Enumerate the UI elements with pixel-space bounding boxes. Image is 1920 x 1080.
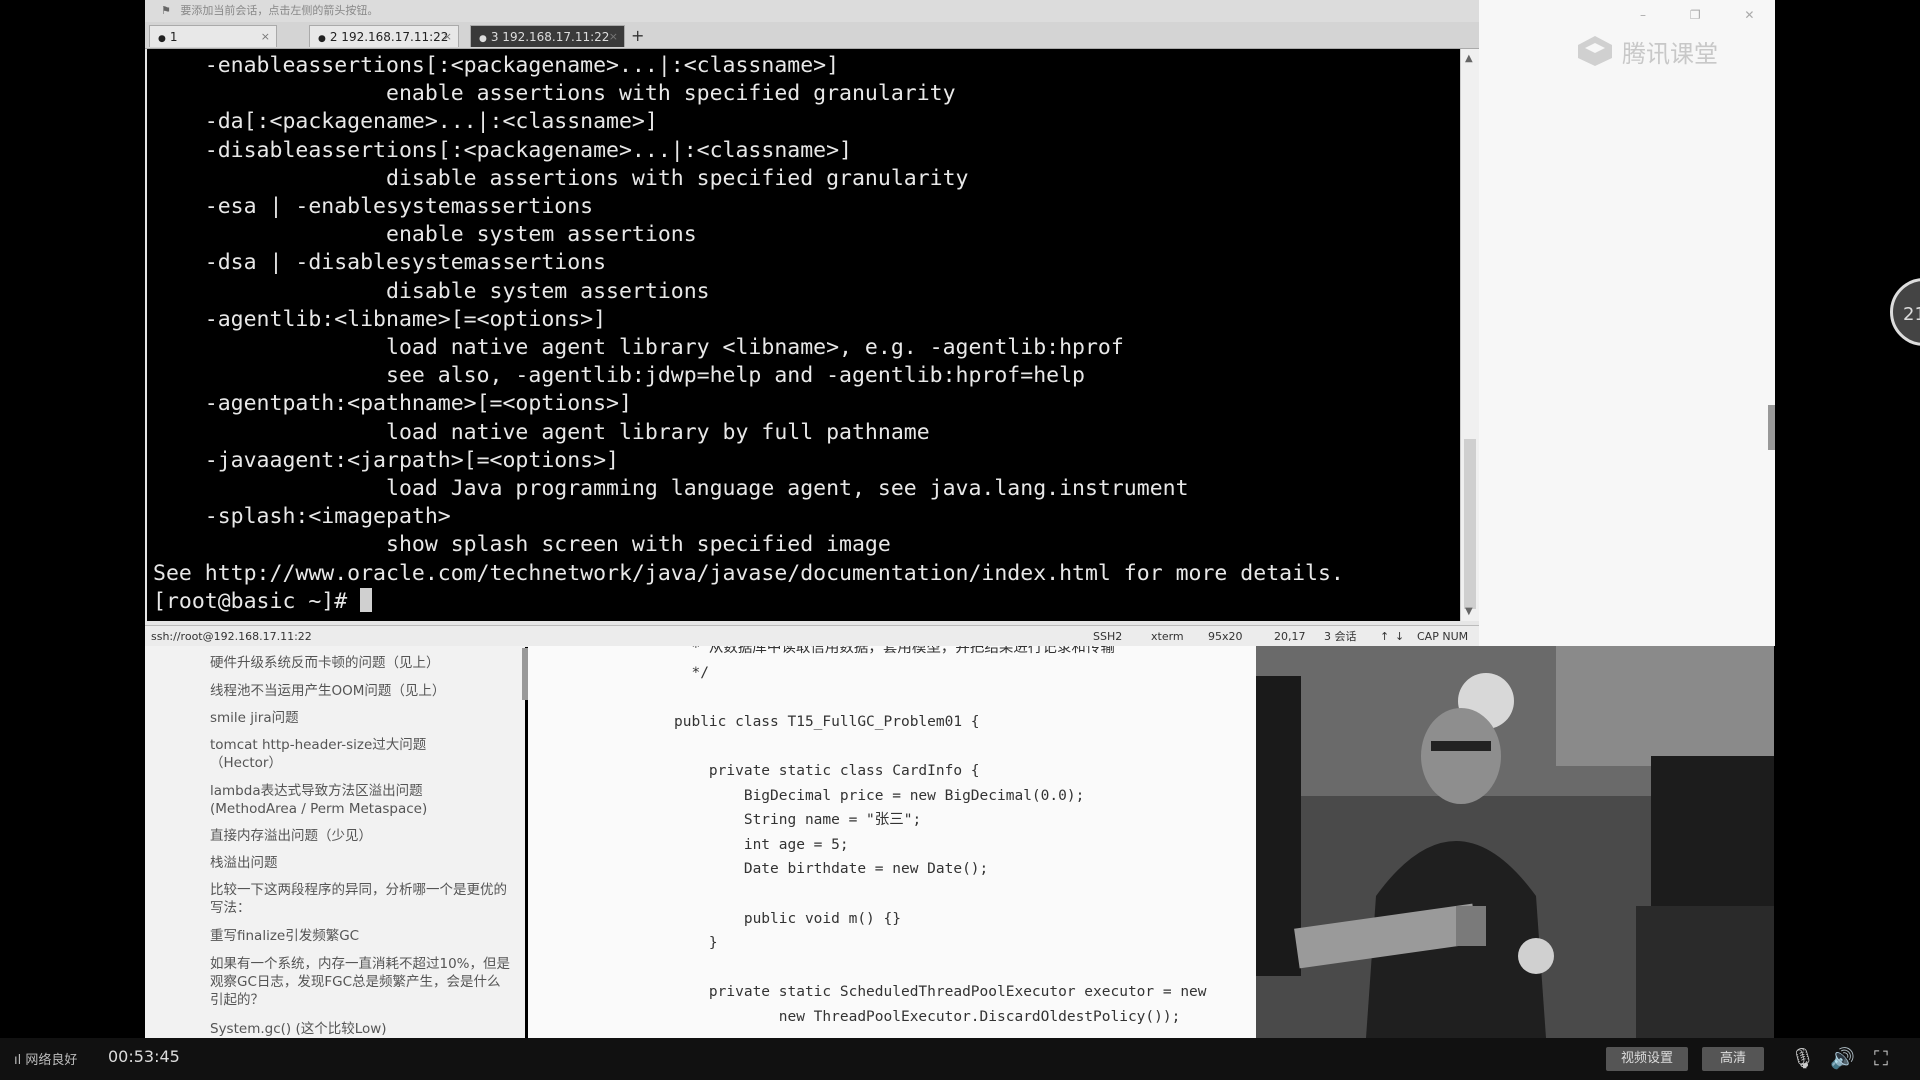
scroll-up-icon[interactable]: ▲: [1465, 53, 1473, 64]
terminal-line: -enableassertions[:<packagename>...|:<cl…: [153, 53, 840, 78]
terminal-line: enable system assertions: [153, 222, 697, 248]
terminal-line: see also, -agentlib:jdwp=help and -agent…: [153, 363, 1085, 389]
arrow-up-icon[interactable]: ↑: [1380, 626, 1389, 647]
text-cursor: [360, 587, 373, 612]
code-line: int age = 5;: [674, 836, 849, 853]
keyboard-status: CAP NUM: [1417, 630, 1469, 643]
note-item[interactable]: 线程池不当运用产生OOM问题（见上）: [210, 682, 510, 700]
code-line: String name = "张三";: [674, 812, 922, 829]
volume-icon[interactable]: 🔊: [1830, 1046, 1855, 1070]
terminal-line: -esa | -enablesystemassertions: [153, 194, 594, 220]
connection-status: ssh://root@192.168.17.11:22: [151, 630, 312, 643]
note-item[interactable]: 比较一下这两段程序的异同，分析哪一个是更优的写法：: [210, 881, 510, 917]
code-line: new ThreadPoolExecutor.DiscardOldestPoli…: [674, 1008, 1181, 1025]
scroll-down-icon[interactable]: ▼: [1465, 606, 1473, 617]
code-line: public class T15_FullGC_Problem01 {: [674, 713, 980, 730]
session-count: 3 会话: [1324, 630, 1357, 643]
brand-logo-icon: [1578, 36, 1612, 66]
terminal-line: See http://www.oracle.com/technetwork/ja…: [153, 560, 1344, 586]
session-hint-text: 要添加当前会话，点击左侧的箭头按钮。: [180, 4, 379, 17]
fullscreen-icon[interactable]: ⛶: [1874, 1046, 1888, 1070]
ssh-window: ⚑ 要添加当前会话，点击左侧的箭头按钮。 ●1 192.168.17.11:22…: [145, 0, 1480, 647]
cursor-position: 20,17: [1274, 630, 1306, 643]
terminal-line: -splash:<imagepath>: [153, 504, 451, 530]
terminal-line: -agentlib:<libname>[=<options>]: [153, 306, 607, 332]
code-line: Date birthdate = new Date();: [674, 861, 989, 878]
terminal-line: disable system assertions: [153, 278, 710, 304]
note-item[interactable]: 硬件升级系统反而卡顿的问题（见上）: [210, 654, 510, 672]
bookmark-icon[interactable]: ⚑: [161, 4, 171, 17]
panel-scrollbar[interactable]: [1768, 405, 1775, 450]
terminal-line: load native agent library by full pathna…: [153, 419, 930, 445]
viewer-count-badge[interactable]: 21: [1890, 278, 1920, 346]
terminal-line: -da[:<packagename>...|:<classname>]: [153, 109, 658, 135]
video-settings-button[interactable]: 视频设置: [1606, 1047, 1688, 1071]
close-icon[interactable]: ×: [443, 26, 452, 48]
terminal-output[interactable]: -enableassertions[:<packagename>...|:<cl…: [147, 49, 1460, 621]
terminal-line: show splash screen with specified image: [153, 532, 891, 558]
note-item[interactable]: lambda表达式导致方法区溢出问题(MethodArea / Perm Met…: [210, 782, 450, 818]
status-bar: ssh://root@192.168.17.11:22 SSH2 xterm 9…: [145, 625, 1479, 647]
note-item[interactable]: 直接内存溢出问题（少见）: [210, 827, 510, 845]
protocol-status: SSH2: [1093, 630, 1123, 643]
add-tab-button[interactable]: +: [631, 26, 644, 46]
code-viewer: * 从数据库中读取信用数据，套用模型，并把结果进行记录和传输 */ public…: [528, 646, 1256, 1038]
terminal-scrollbar[interactable]: ▲ ▼: [1460, 49, 1480, 621]
network-status: ıl 网络良好: [14, 1049, 77, 1068]
terminal-line: -dsa | -disablesystemassertions: [153, 250, 607, 276]
session-hint-bar: ⚑ 要添加当前会话，点击左侧的箭头按钮。: [145, 0, 1479, 22]
terminal-line: enable assertions with specified granula…: [153, 81, 956, 107]
definition-button[interactable]: 高清: [1702, 1047, 1764, 1071]
code-line: private static ScheduledThreadPoolExecut…: [674, 984, 1207, 1001]
scrollbar-thumb[interactable]: [1464, 439, 1476, 609]
tab-session-2[interactable]: ● 2 192.168.17.11:22 ×: [309, 25, 459, 47]
code-line: public void m() {}: [674, 910, 901, 927]
tab-session-1[interactable]: ●1 192.168.17.11:22×: [149, 25, 277, 68]
terminal-line: disable assertions with specified granul…: [153, 165, 969, 191]
terminal-size: 95x20: [1208, 630, 1243, 643]
code-line: * 从数据库中读取信用数据，套用模型，并把结果进行记录和传输: [674, 646, 1115, 656]
tab-session-3[interactable]: ● 3 192.168.17.11:22 ×: [470, 25, 625, 47]
notes-sidebar: 硬件升级系统反而卡顿的问题（见上） 线程池不当运用产生OOM问题（见上） smi…: [145, 646, 525, 1038]
tab-label: 3 192.168.17.11:22: [490, 30, 610, 44]
instructor-video: [1256, 646, 1774, 1038]
note-item[interactable]: tomcat http-header-size过大问题（Hector）: [210, 736, 440, 772]
note-item[interactable]: smile jira问题: [210, 709, 510, 727]
note-item[interactable]: System.gc() (这个比较Low): [210, 1020, 510, 1038]
elapsed-time: 00:53:45: [108, 1047, 180, 1066]
status-dot-icon: ●: [479, 34, 487, 44]
note-item[interactable]: 如果有一个系统，内存一直消耗不超过10%，但是观察GC日志，发现FGC总是频繁产…: [210, 955, 510, 1009]
terminal-type: xterm: [1151, 630, 1184, 643]
microphone-icon[interactable]: 🎙: [1790, 1046, 1815, 1070]
note-item[interactable]: 重写finalize引发频繁GC: [210, 927, 510, 945]
code-line: */: [674, 664, 709, 681]
tab-bar: ●1 192.168.17.11:22× ●2 192.168.17.11:22…: [145, 22, 1479, 68]
status-dot-icon: ●: [158, 34, 166, 44]
classroom-panel: [1479, 0, 1775, 646]
shell-prompt: [root@basic ~]#: [153, 588, 361, 614]
status-dot-icon: ●: [318, 34, 326, 44]
terminal-line: load native agent library <libname>, e.g…: [153, 335, 1124, 361]
tab-label: 2 192.168.17.11:22: [329, 30, 449, 44]
terminal-line: -javaagent:<jarpath>[=<options>]: [153, 447, 619, 473]
code-line: BigDecimal price = new BigDecimal(0.0);: [674, 787, 1085, 804]
close-icon[interactable]: ×: [261, 26, 270, 48]
webcam-frame: [1256, 646, 1774, 1038]
network-status-label: 网络良好: [25, 1053, 78, 1068]
terminal-line: -disableassertions[:<packagename>...|:<c…: [153, 137, 852, 163]
terminal-line: load Java programming language agent, se…: [153, 476, 1189, 502]
signal-icon: ıl: [14, 1053, 22, 1068]
window-controls[interactable]: – ❐ ✕: [1640, 8, 1774, 22]
note-item[interactable]: 栈溢出问题: [210, 854, 510, 872]
arrow-down-icon[interactable]: ↓: [1395, 626, 1404, 647]
code-line: private static class CardInfo {: [674, 762, 980, 779]
brand-name: 腾讯课堂: [1622, 40, 1718, 68]
terminal-line: -agentpath:<pathname>[=<options>]: [153, 391, 632, 417]
code-line: }: [674, 935, 718, 952]
close-icon[interactable]: ×: [609, 26, 618, 48]
